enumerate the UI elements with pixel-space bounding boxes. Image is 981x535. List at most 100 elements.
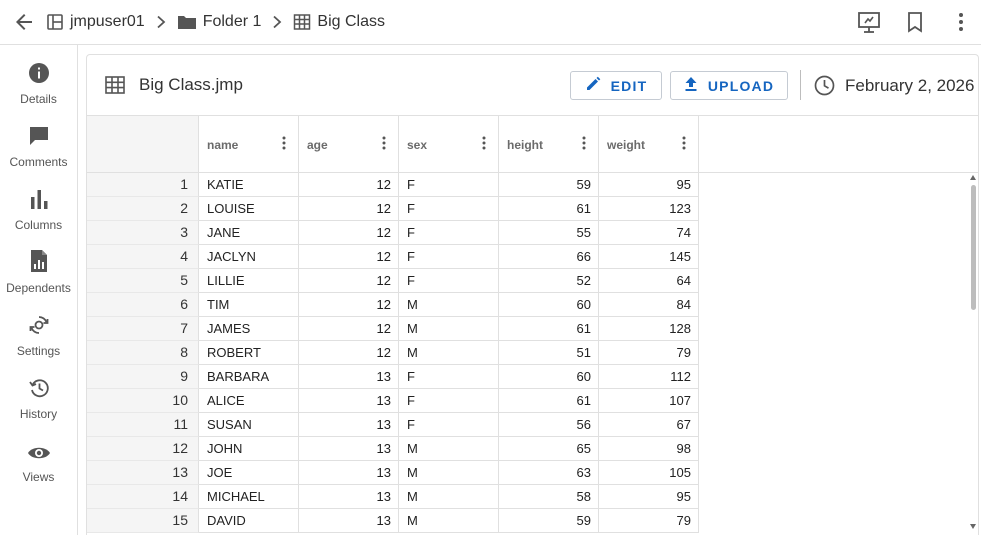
presentation-icon[interactable] — [857, 10, 881, 34]
table-cell-weight[interactable]: 64 — [599, 269, 699, 293]
table-cell-age[interactable]: 13 — [299, 509, 399, 533]
table-cell-name[interactable]: KATIE — [199, 173, 299, 197]
table-cell-height[interactable]: 65 — [499, 437, 599, 461]
row-number[interactable]: 2 — [87, 197, 199, 221]
table-cell-weight[interactable]: 112 — [599, 365, 699, 389]
table-cell-sex[interactable]: F — [399, 269, 499, 293]
sidebar-item-dependents[interactable]: Dependents — [0, 247, 77, 305]
edit-button[interactable]: EDIT — [570, 71, 662, 100]
table-cell-sex[interactable]: M — [399, 317, 499, 341]
table-cell-name[interactable]: JAMES — [199, 317, 299, 341]
table-cell-sex[interactable]: F — [399, 413, 499, 437]
bookmark-icon[interactable] — [903, 10, 927, 34]
table-row[interactable]: 3 JANE 12 F 55 74 — [87, 221, 699, 245]
sidebar-item-history[interactable]: History — [0, 373, 77, 431]
table-row[interactable]: 14 MICHAEL 13 M 58 95 — [87, 485, 699, 509]
row-number[interactable]: 13 — [87, 461, 199, 485]
sidebar-item-comments[interactable]: Comments — [0, 121, 77, 179]
breadcrumb-item-table[interactable]: Big Class — [293, 13, 385, 31]
breadcrumb-item-folder[interactable]: Folder 1 — [177, 13, 261, 31]
column-header-sex[interactable]: sex — [399, 116, 499, 172]
table-cell-name[interactable]: BARBARA — [199, 365, 299, 389]
table-cell-height[interactable]: 52 — [499, 269, 599, 293]
table-cell-age[interactable]: 12 — [299, 269, 399, 293]
column-header-age[interactable]: age — [299, 116, 399, 172]
column-header-height[interactable]: height — [499, 116, 599, 172]
table-cell-name[interactable]: JOE — [199, 461, 299, 485]
table-cell-weight[interactable]: 145 — [599, 245, 699, 269]
table-cell-sex[interactable]: M — [399, 293, 499, 317]
table-cell-height[interactable]: 55 — [499, 221, 599, 245]
table-row[interactable]: 10 ALICE 13 F 61 107 — [87, 389, 699, 413]
table-cell-sex[interactable]: F — [399, 365, 499, 389]
table-cell-weight[interactable]: 105 — [599, 461, 699, 485]
table-cell-height[interactable]: 60 — [499, 365, 599, 389]
table-cell-weight[interactable]: 74 — [599, 221, 699, 245]
table-cell-sex[interactable]: F — [399, 197, 499, 221]
table-cell-name[interactable]: JOHN — [199, 437, 299, 461]
row-number[interactable]: 12 — [87, 437, 199, 461]
scroll-thumb[interactable] — [971, 185, 976, 310]
row-number[interactable]: 9 — [87, 365, 199, 389]
table-cell-age[interactable]: 13 — [299, 413, 399, 437]
table-cell-weight[interactable]: 67 — [599, 413, 699, 437]
table-cell-height[interactable]: 63 — [499, 461, 599, 485]
row-number[interactable]: 3 — [87, 221, 199, 245]
table-cell-age[interactable]: 13 — [299, 389, 399, 413]
table-cell-height[interactable]: 66 — [499, 245, 599, 269]
table-cell-name[interactable]: JACLYN — [199, 245, 299, 269]
table-cell-name[interactable]: ALICE — [199, 389, 299, 413]
table-cell-weight[interactable]: 79 — [599, 341, 699, 365]
row-number[interactable]: 4 — [87, 245, 199, 269]
column-menu-icon[interactable] — [282, 136, 286, 155]
row-number[interactable]: 8 — [87, 341, 199, 365]
table-cell-weight[interactable]: 107 — [599, 389, 699, 413]
sidebar-item-views[interactable]: Views — [0, 436, 77, 494]
table-row[interactable]: 5 LILLIE 12 F 52 64 — [87, 269, 699, 293]
scroll-up-arrow-icon[interactable] — [970, 175, 976, 180]
table-cell-height[interactable]: 59 — [499, 509, 599, 533]
breadcrumb-item-space[interactable]: jmpuser01 — [46, 13, 145, 31]
table-cell-name[interactable]: MICHAEL — [199, 485, 299, 509]
column-menu-icon[interactable] — [582, 136, 586, 155]
row-number[interactable]: 1 — [87, 173, 199, 197]
table-cell-height[interactable]: 61 — [499, 197, 599, 221]
table-cell-sex[interactable]: F — [399, 245, 499, 269]
table-cell-age[interactable]: 12 — [299, 317, 399, 341]
table-cell-age[interactable]: 12 — [299, 197, 399, 221]
column-menu-icon[interactable] — [382, 136, 386, 155]
row-number[interactable]: 10 — [87, 389, 199, 413]
table-cell-weight[interactable]: 84 — [599, 293, 699, 317]
table-cell-weight[interactable]: 98 — [599, 437, 699, 461]
table-cell-name[interactable]: SUSAN — [199, 413, 299, 437]
table-cell-age[interactable]: 12 — [299, 245, 399, 269]
table-cell-name[interactable]: JANE — [199, 221, 299, 245]
table-cell-sex[interactable]: F — [399, 221, 499, 245]
table-cell-age[interactable]: 13 — [299, 365, 399, 389]
table-row[interactable]: 1 KATIE 12 F 59 95 — [87, 173, 699, 197]
table-cell-weight[interactable]: 95 — [599, 173, 699, 197]
table-cell-sex[interactable]: M — [399, 437, 499, 461]
table-cell-height[interactable]: 51 — [499, 341, 599, 365]
table-cell-sex[interactable]: M — [399, 341, 499, 365]
table-cell-height[interactable]: 60 — [499, 293, 599, 317]
row-number[interactable]: 5 — [87, 269, 199, 293]
table-row[interactable]: 11 SUSAN 13 F 56 67 — [87, 413, 699, 437]
table-cell-name[interactable]: LOUISE — [199, 197, 299, 221]
back-arrow-icon[interactable] — [12, 10, 36, 34]
table-cell-sex[interactable]: F — [399, 173, 499, 197]
table-cell-sex[interactable]: M — [399, 461, 499, 485]
row-number[interactable]: 7 — [87, 317, 199, 341]
table-cell-age[interactable]: 13 — [299, 437, 399, 461]
sidebar-item-columns[interactable]: Columns — [0, 184, 77, 242]
table-cell-age[interactable]: 12 — [299, 341, 399, 365]
table-cell-sex[interactable]: F — [399, 389, 499, 413]
column-menu-icon[interactable] — [682, 136, 686, 155]
table-row[interactable]: 7 JAMES 12 M 61 128 — [87, 317, 699, 341]
vertical-scrollbar[interactable] — [968, 173, 978, 535]
table-cell-age[interactable]: 13 — [299, 485, 399, 509]
table-cell-height[interactable]: 58 — [499, 485, 599, 509]
table-cell-weight[interactable]: 123 — [599, 197, 699, 221]
table-row[interactable]: 2 LOUISE 12 F 61 123 — [87, 197, 699, 221]
table-cell-sex[interactable]: M — [399, 509, 499, 533]
